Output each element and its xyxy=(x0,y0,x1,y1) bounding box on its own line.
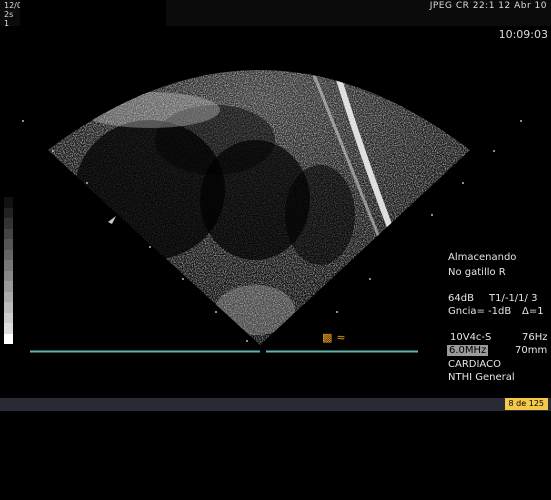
frequency-readout: 6.0MHz xyxy=(447,345,489,356)
bottom-status-strip xyxy=(0,398,551,411)
delta-readout: Δ=1 xyxy=(522,306,544,317)
trigger-status: No gatillo R xyxy=(448,267,506,278)
mode-readout: NTHI General xyxy=(448,372,515,383)
page-count-badge[interactable]: 8 de 125 xyxy=(504,398,548,410)
clock: 10:09:03 xyxy=(498,28,548,41)
probe-readout: 10V4c-S xyxy=(450,332,492,343)
ecg-trace xyxy=(30,350,418,353)
depth-readout: 70mm xyxy=(515,345,548,356)
gain-readout: 64dB xyxy=(448,293,474,304)
orientation-marker-icon xyxy=(108,216,116,224)
persistence-readout: T1/-1/1/ 3 xyxy=(489,293,538,304)
gncia-readout: Gncia= -1dB xyxy=(448,306,512,317)
grayscale-bar-icon xyxy=(4,197,13,344)
storing-status: Almacenando xyxy=(448,252,517,263)
cine-loop-icon[interactable]: ▩≈ xyxy=(322,331,350,344)
framerate-readout: 76Hz xyxy=(522,332,548,343)
preset-readout: CARDIACO xyxy=(448,359,501,370)
redacted-patient-info xyxy=(20,0,166,38)
